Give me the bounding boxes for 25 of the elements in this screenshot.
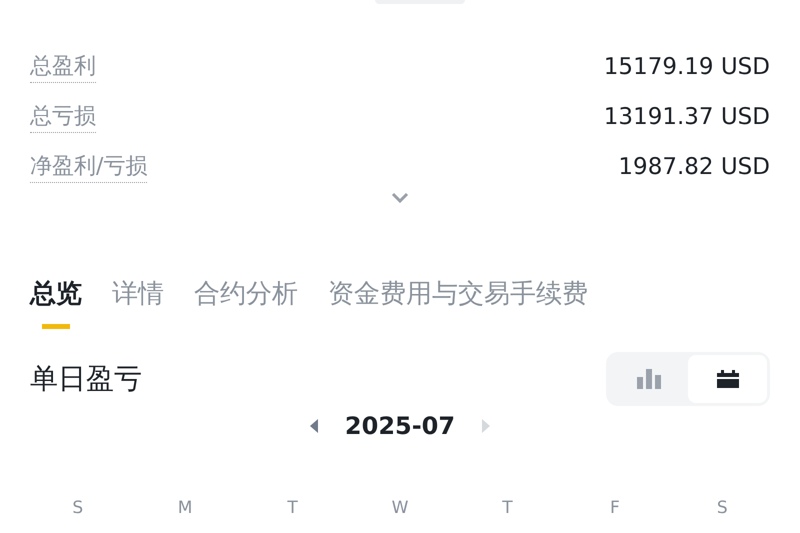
summary-label[interactable]: 总盈利	[30, 52, 96, 82]
weekday-label: S	[716, 497, 728, 520]
weekday-label: M	[178, 497, 192, 520]
tab[interactable]: 详情	[112, 276, 164, 312]
calendar-view-button[interactable]	[688, 355, 767, 403]
summary-value: 1987.82 USD	[618, 152, 770, 182]
section-title: 单日盈亏	[30, 361, 142, 397]
tab-indicator	[42, 324, 70, 329]
weekday-label: S	[72, 497, 84, 520]
summary-label[interactable]: 净盈利/亏损	[30, 152, 148, 182]
tab[interactable]: 合约分析	[194, 276, 298, 312]
tab[interactable]: 总览	[30, 276, 82, 312]
previous-month-icon[interactable]	[308, 419, 319, 433]
calendar-icon	[716, 370, 738, 388]
chevron-down-icon[interactable]	[391, 192, 409, 204]
month-label: 2025-07	[344, 411, 456, 442]
weekday-label: T	[502, 497, 513, 520]
weekday-label: F	[610, 497, 620, 520]
bar-chart-icon	[636, 369, 662, 389]
summary-value: 13191.37 USD	[604, 102, 770, 132]
weekday-label: T	[287, 497, 298, 520]
weekday-label: W	[392, 497, 408, 520]
tab[interactable]: 资金费用与交易手续费	[328, 276, 588, 312]
summary-label[interactable]: 总亏损	[30, 102, 96, 132]
summary-value: 15179.19 USD	[604, 52, 770, 82]
